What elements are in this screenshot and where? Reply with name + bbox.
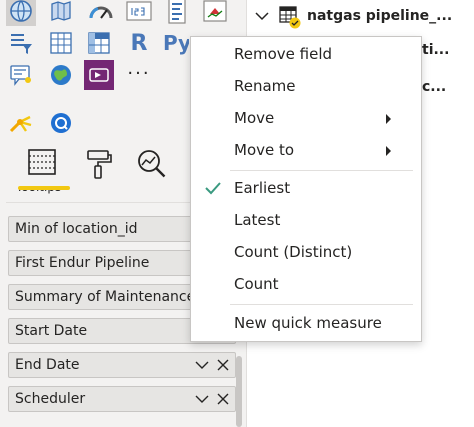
table-header-row[interactable]: natgas pipeline_...	[255, 4, 474, 29]
fields-tab-icon	[28, 149, 56, 175]
table-name: natgas pipeline_...	[307, 8, 453, 24]
menu-item-move-to[interactable]: Move to	[191, 135, 421, 165]
active-tab-indicator	[18, 186, 70, 190]
smart-narrative-icon[interactable]	[6, 60, 36, 90]
menu-item-label: Latest	[234, 211, 281, 229]
slicer-icon[interactable]	[6, 28, 36, 58]
menu-separator	[230, 304, 413, 305]
filled-map-icon[interactable]	[46, 0, 76, 26]
field-name-truncated[interactable]: ti...	[422, 42, 449, 58]
checkmark-icon	[205, 182, 221, 195]
paint-roller-icon	[87, 150, 112, 179]
submenu-arrow-icon	[386, 114, 391, 124]
field-context-menu: Remove field Rename Move Move to Earlies…	[190, 36, 422, 342]
menu-item-earliest[interactable]: Earliest	[191, 173, 421, 203]
wells-scrollbar[interactable]	[236, 356, 242, 427]
menu-item-count[interactable]: Count	[191, 269, 421, 299]
python-visual-icon[interactable]: Py	[163, 28, 189, 58]
multi-row-card-icon[interactable]	[162, 0, 192, 26]
menu-item-label: Move to	[234, 141, 295, 159]
kpi-icon[interactable]	[200, 0, 230, 26]
field-well-label: End Date	[15, 357, 80, 373]
analytics-magnifier-icon	[138, 150, 166, 178]
menu-item-label: Count	[234, 275, 279, 293]
submenu-arrow-icon	[386, 146, 391, 156]
qna-icon[interactable]	[46, 108, 76, 138]
menu-item-move[interactable]: Move	[191, 103, 421, 133]
power-apps-icon[interactable]	[84, 60, 114, 90]
card-icon[interactable]	[124, 0, 154, 26]
more-visuals-icon[interactable]: ···	[124, 58, 154, 88]
chevron-down-icon[interactable]	[195, 360, 209, 370]
menu-item-remove-field[interactable]: Remove field	[191, 39, 421, 69]
close-icon[interactable]	[217, 393, 229, 405]
field-name-truncated[interactable]: c...	[422, 79, 446, 95]
menu-item-new-quick-measure[interactable]: New quick measure	[191, 308, 421, 338]
gauge-icon[interactable]	[86, 0, 116, 26]
map-icon[interactable]	[6, 0, 36, 26]
menu-item-rename[interactable]: Rename	[191, 71, 421, 101]
menu-item-label: Earliest	[234, 179, 291, 197]
table-icon[interactable]	[46, 28, 76, 58]
key-influencers-icon[interactable]	[6, 108, 36, 138]
menu-item-label: New quick measure	[234, 314, 382, 332]
field-well-end-date[interactable]: End Date	[8, 352, 236, 378]
menu-item-label: Move	[234, 109, 275, 127]
table-icon	[279, 6, 301, 29]
r-visual-icon[interactable]: R	[124, 28, 154, 58]
matrix-icon[interactable]	[84, 28, 114, 58]
field-well-scheduler[interactable]: Scheduler	[8, 386, 236, 412]
r-visual-letter: R	[130, 30, 148, 56]
chevron-down-icon[interactable]	[255, 11, 269, 21]
more-visuals-text: ···	[127, 62, 151, 84]
arcgis-map-icon[interactable]	[46, 60, 76, 90]
menu-separator	[230, 170, 413, 171]
field-well-label: Scheduler	[15, 391, 86, 407]
menu-item-latest[interactable]: Latest	[191, 205, 421, 235]
menu-item-label: Remove field	[234, 45, 333, 63]
format-tab[interactable]	[76, 148, 120, 192]
menu-item-label: Rename	[234, 77, 296, 95]
menu-item-label: Count (Distinct)	[234, 243, 353, 261]
chevron-down-icon[interactable]	[195, 394, 209, 404]
menu-item-count-distinct[interactable]: Count (Distinct)	[191, 237, 421, 267]
python-visual-letters: Py	[163, 31, 189, 55]
analytics-tab[interactable]	[130, 148, 174, 192]
checkmark-badge-icon	[289, 17, 301, 29]
close-icon[interactable]	[217, 359, 229, 371]
